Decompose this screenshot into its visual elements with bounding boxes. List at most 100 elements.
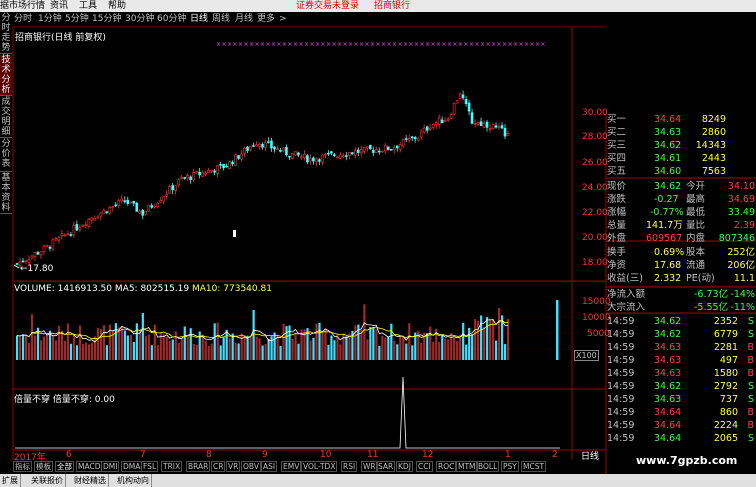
volume-bar [285,326,288,360]
indicator-tab-fsl[interactable]: FSL [141,461,159,472]
candle-body [219,164,222,166]
volume-bar [441,334,444,360]
bottom-tab-institutions[interactable]: 机构动向 [115,474,152,487]
y-axis-label: 28.00 [582,132,608,142]
stat-row: 换手 0.69% 股本 252亿 [607,247,755,258]
candle-body [359,149,363,154]
volume-bar [159,333,162,360]
candle-body [300,156,303,159]
indicator-tab-全部[interactable]: 全部 [55,461,74,472]
volume-bar [468,327,471,360]
period-tab-15min[interactable]: 15分钟 [92,13,121,26]
menu-help[interactable]: 帮助 [108,0,126,12]
volume-bar [33,335,37,360]
tick-row: 14:59 34.63 2281 B [607,342,754,353]
indicator-tab-dmi[interactable]: DMI [101,461,120,472]
signal-marker: × [244,41,249,48]
candle-body [488,128,492,130]
candle-body [497,126,501,129]
bottom-tab-related-quotes[interactable]: 关联报价 [29,474,66,487]
candle-body [81,224,85,227]
volume-bar [105,345,109,360]
volume-bar [396,344,399,360]
vtab-fundamentals[interactable]: 基本资料 [0,173,12,214]
period-tab-1min[interactable]: 1分钟 [38,13,62,26]
period-tab-weekly[interactable]: 周线 [212,13,230,26]
period-tab-60min[interactable]: 60分钟 [157,13,186,26]
period-tab-5min[interactable]: 5分钟 [65,13,89,26]
indicator-tab-rsi[interactable]: RSI [341,461,358,472]
candle-body [153,205,157,208]
vtab-price-table[interactable]: 分价表 [0,139,12,172]
volume-bar [330,335,333,360]
candle-body [114,204,118,207]
indicator-tab-brar[interactable]: BRAR [186,461,211,472]
volume-bar [393,340,396,360]
signal-marker: × [222,41,227,48]
indicator-tab-macd[interactable]: MACD [76,461,103,472]
indicator-tab-cr[interactable]: CR [211,461,226,472]
volume-bar [255,336,258,360]
period-tab-daily[interactable]: 日线 [190,13,208,26]
vtab-trades[interactable]: 成交明细 [0,97,12,138]
vtab-technical[interactable]: 技术分析 [0,55,12,96]
indicator-tab-vol-tdx[interactable]: VOL-TDX [301,461,338,472]
volume-bar [360,329,363,360]
bottom-tab-extend[interactable]: 扩展 [0,474,21,487]
candle-body [228,161,231,170]
indicator-tab-指标[interactable]: 指标 [13,461,32,472]
volume-bar [222,337,225,360]
bottom-tab-finance-picks[interactable]: 财经精选 [72,474,109,487]
candle-body [33,252,37,258]
indicator-tab-mtm[interactable]: MTM [456,461,478,472]
candle-body [42,245,46,253]
volume-bar [174,331,177,360]
period-tab-more[interactable]: 更多 [257,13,275,26]
bid-row: 买一 34.64 8249 [607,114,726,125]
indicator-tab-trix[interactable]: TRIX [161,461,183,472]
indicator-tab-cci[interactable]: CCI [416,461,433,472]
indicator-tab-dma[interactable]: DMA [121,461,143,472]
period-tab-intraday[interactable]: 分时 [14,13,32,26]
menu-bar: 据市场行情 资讯 工具 帮助 证券交易未登录 招商银行 [0,0,756,12]
indicator-tab-boll[interactable]: BOLL [476,461,500,472]
indicator-tab-emv[interactable]: EMV [281,461,302,472]
indicator-tab-obv[interactable]: OBV [241,461,261,472]
candle-body [201,172,204,177]
candle-body [506,133,510,136]
indicator-tab-psy[interactable]: PSY [501,461,519,472]
signal-marker: × [464,41,469,48]
volume-bar [153,324,156,360]
indicator-tab-asi[interactable]: ASI [261,461,278,472]
candle-body [374,149,378,153]
volume-bar [150,345,153,360]
menu-market[interactable]: 据市场行情 [0,0,45,12]
volume-bar [402,336,405,360]
volume-bar [375,328,378,360]
indicator-tab-kdj[interactable]: KDJ [396,461,413,472]
volume-bar [288,325,291,360]
indicator-tab-sar[interactable]: SAR [376,461,396,472]
period-tab-monthly[interactable]: 月线 [235,13,253,26]
indicator-tab-模板[interactable]: 模板 [34,461,53,472]
indicator-tab-mcst[interactable]: MCST [521,461,547,472]
vtab-intraday[interactable]: 分时走势 [0,13,12,54]
candle-body [144,211,148,215]
volume-bar [201,334,204,360]
period-next-arrow[interactable]: > [279,13,287,26]
menu-tools[interactable]: 工具 [79,0,97,12]
volume-bar [420,342,423,360]
signal-marker: × [486,41,491,48]
volume-bar [498,307,501,360]
volume-bar [60,330,64,360]
candle-body [279,149,282,152]
indicator-tab-vr[interactable]: VR [226,461,241,472]
period-tab-30min[interactable]: 30分钟 [125,13,154,26]
candle-body [186,175,189,179]
indicator-tab-roc[interactable]: ROC [436,461,457,472]
trade-login-status[interactable]: 证券交易未登录 [296,0,359,12]
volume-bar [165,336,168,360]
volume-bar [556,300,559,360]
menu-news[interactable]: 资讯 [50,0,68,12]
candle-body [455,100,459,104]
